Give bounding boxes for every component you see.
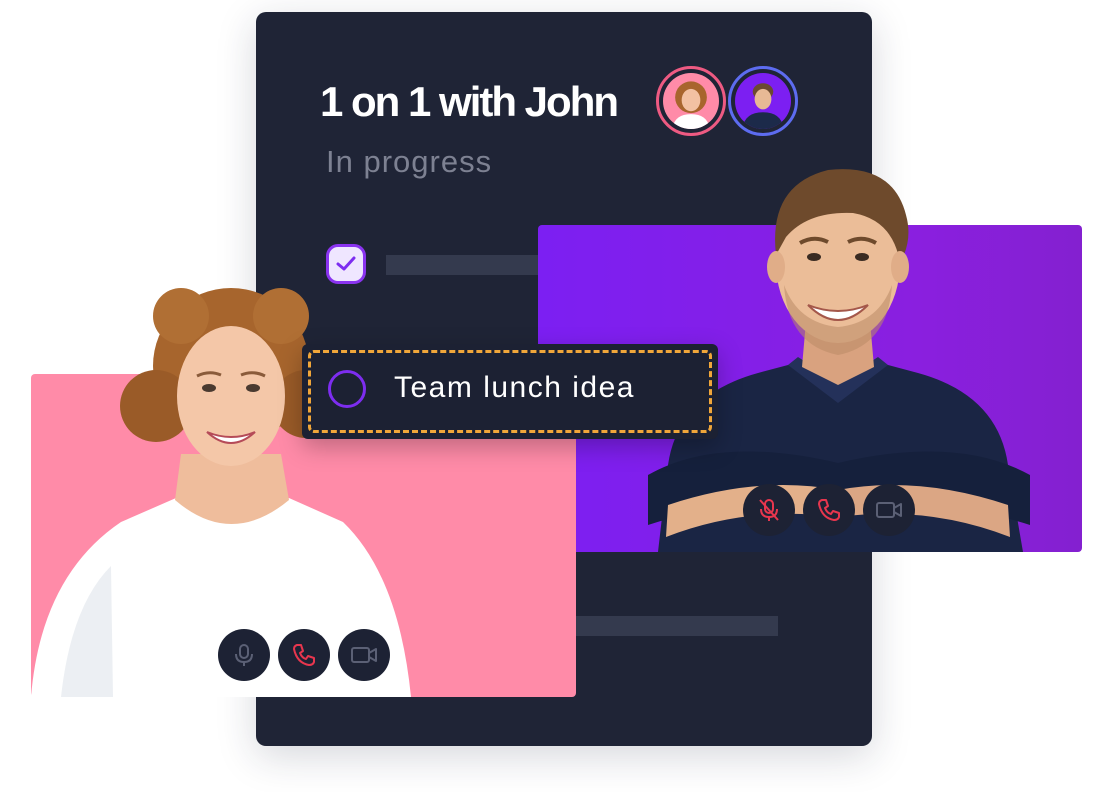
phone-hangup-icon: [293, 644, 315, 666]
phone-hangup-icon: [818, 499, 840, 521]
video-toggle-button[interactable]: [338, 629, 390, 681]
hangup-button[interactable]: [803, 484, 855, 536]
completed-checkbox[interactable]: [326, 244, 366, 284]
placeholder-line: [576, 616, 778, 636]
checkmark-icon: [336, 256, 356, 271]
john-avatar-image: [735, 73, 791, 129]
microphone-icon: [235, 644, 253, 666]
microphone-muted-icon: [759, 499, 779, 521]
woman-call-controls: [218, 629, 390, 681]
avatar-woman[interactable]: [656, 66, 726, 136]
hangup-button[interactable]: [278, 629, 330, 681]
woman-avatar-image: [663, 73, 719, 129]
task-label: Team lunch idea: [394, 371, 635, 404]
meeting-status: In progress: [326, 144, 493, 179]
task-card[interactable]: Team lunch idea: [302, 344, 718, 439]
participant-avatars: [656, 66, 806, 146]
microphone-button[interactable]: [218, 629, 270, 681]
video-toggle-button[interactable]: [863, 484, 915, 536]
task-checkbox[interactable]: [328, 370, 366, 408]
placeholder-line: [386, 255, 546, 275]
mute-button[interactable]: [743, 484, 795, 536]
video-camera-icon: [876, 502, 902, 518]
meeting-title: 1 on 1 with John: [320, 78, 619, 125]
video-camera-icon: [351, 647, 377, 663]
john-call-controls: [743, 484, 915, 536]
avatar-john[interactable]: [728, 66, 798, 136]
